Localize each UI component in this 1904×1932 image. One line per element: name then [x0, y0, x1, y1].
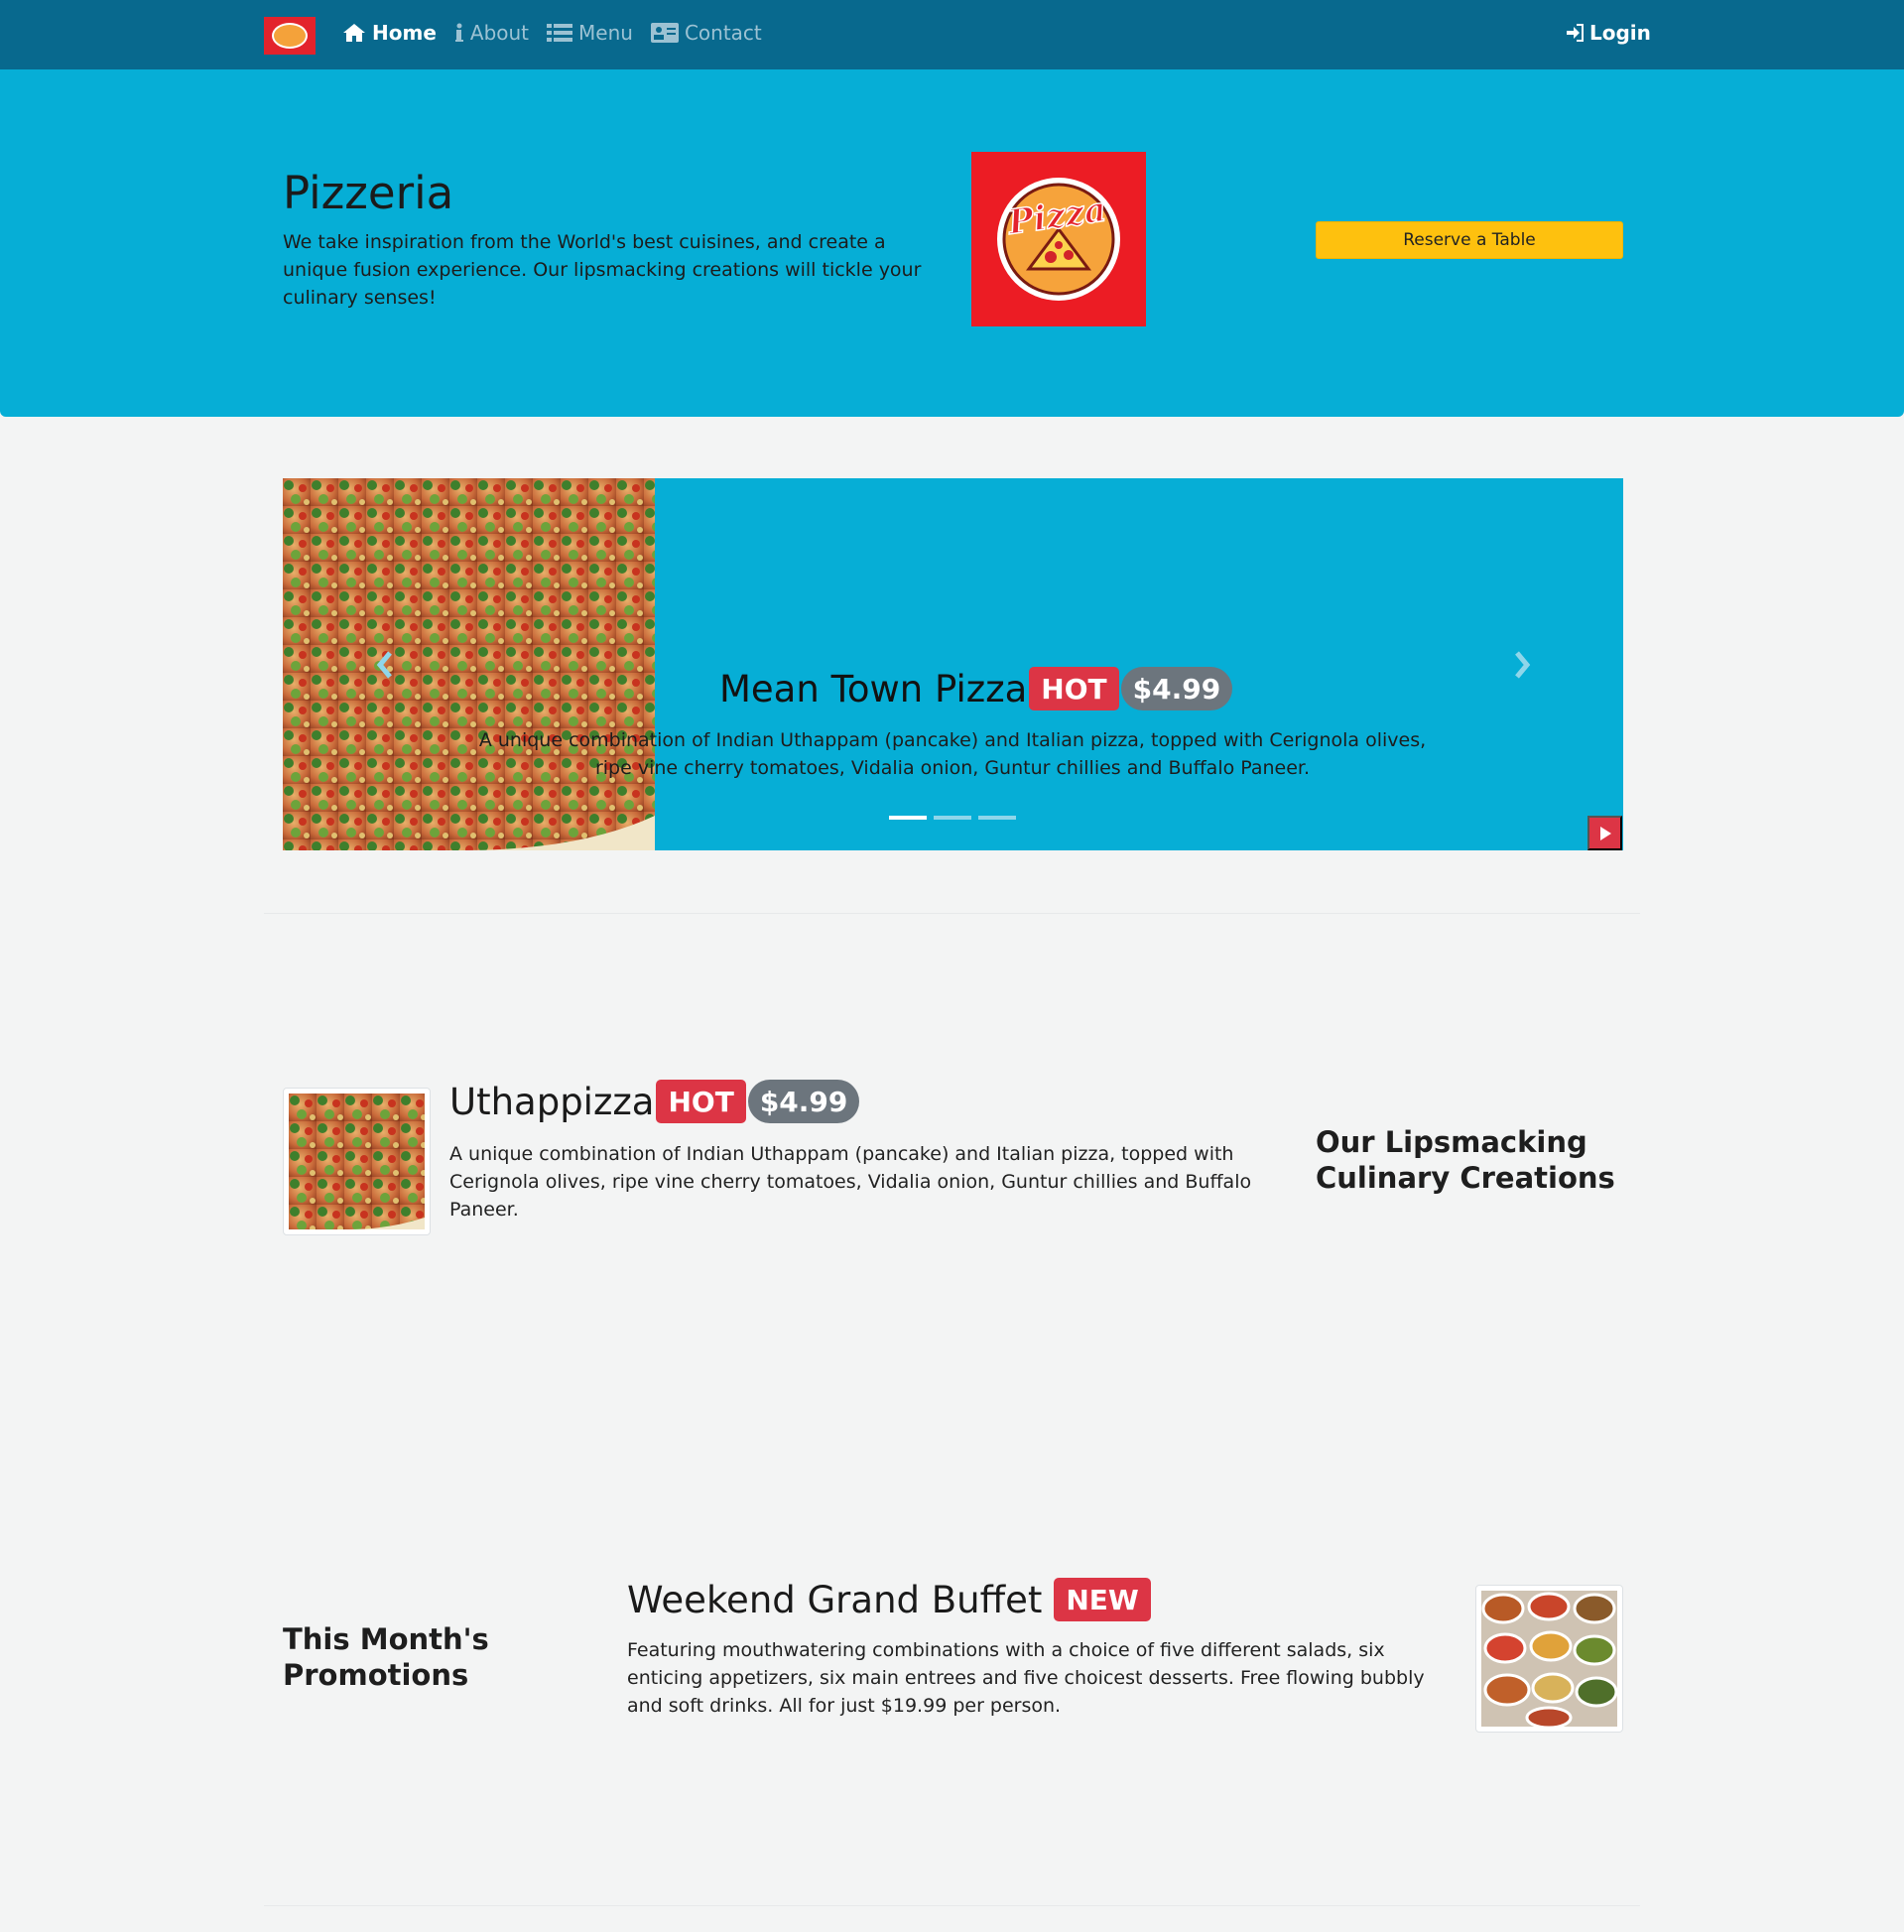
price-badge: $4.99	[1120, 667, 1233, 710]
reserve-table-button[interactable]: Reserve a Table	[1316, 221, 1623, 259]
price-badge: $4.99	[747, 1080, 860, 1123]
carousel-prev-icon[interactable]	[372, 645, 396, 685]
info-icon	[454, 23, 463, 42]
jumbotron: Pizzeria We take inspiration from the Wo…	[0, 69, 1904, 417]
brand-logo[interactable]	[264, 17, 316, 55]
pizza-logo-icon	[272, 23, 308, 49]
nav-item-label: About	[469, 21, 530, 45]
carousel-next-icon[interactable]	[1511, 645, 1535, 685]
login-label: Login	[1589, 21, 1651, 45]
divider	[264, 913, 1640, 914]
pizza-image	[283, 478, 655, 850]
jumbotron-text: We take inspiration from the World's bes…	[283, 231, 922, 309]
page-title: Pizzeria	[283, 167, 454, 219]
new-badge: NEW	[1054, 1578, 1151, 1621]
nav-item-about[interactable]: About	[454, 21, 529, 45]
carousel-indicators	[889, 816, 1023, 820]
nav-item-home[interactable]: Home	[342, 21, 437, 45]
navbar: Home About Menu Contact Login	[0, 0, 1904, 69]
nav-item-contact[interactable]: Contact	[650, 21, 762, 45]
nav-item-label: Home	[372, 21, 437, 45]
dish-title: Uthappizza	[449, 1080, 655, 1123]
login-link[interactable]: Login	[1566, 21, 1651, 45]
divider	[264, 1905, 1640, 1906]
pizza-logo: Pizza	[971, 152, 1146, 326]
promotion-thumbnail	[1475, 1585, 1623, 1733]
nav-items: Home About Menu Contact	[342, 21, 780, 45]
carousel-indicator[interactable]	[978, 816, 1016, 820]
carousel-caption-text: A unique combination of Indian Uthappam …	[478, 729, 1427, 779]
buffet-image	[1481, 1591, 1618, 1730]
promotion-description: Featuring mouthwatering combinations wit…	[627, 1639, 1425, 1717]
play-icon	[1599, 826, 1611, 840]
sign-in-icon	[1567, 24, 1584, 42]
hot-badge: HOT	[1029, 667, 1119, 710]
pizza-logo-icon: Pizza	[997, 178, 1120, 301]
dish-thumbnail	[283, 1088, 431, 1235]
hot-badge: HOT	[656, 1080, 746, 1123]
list-icon	[547, 24, 573, 42]
carousel-indicator[interactable]	[934, 816, 971, 820]
carousel-item-title: Mean Town Pizza	[719, 667, 1028, 710]
promotion-heading: Weekend Grand Buffet NEW	[627, 1578, 1151, 1621]
carousel-indicator[interactable]	[889, 816, 927, 820]
carousel-play-button[interactable]	[1587, 816, 1622, 850]
nav-item-label: Menu	[578, 21, 633, 45]
carousel-caption-heading: Mean Town Pizza HOT $4.99	[719, 667, 1233, 710]
section-heading-creations: Our Lipsmacking Culinary Creations	[1316, 1125, 1615, 1195]
address-card-icon	[650, 23, 679, 43]
uthappizza-image	[289, 1094, 425, 1229]
carousel: Mean Town Pizza HOT $4.99 A unique combi…	[283, 478, 1623, 850]
section-heading-promotions: This Month's Promotions	[283, 1622, 489, 1692]
home-icon	[343, 24, 365, 42]
nav-item-label: Contact	[684, 21, 762, 45]
promotion-title: Weekend Grand Buffet	[627, 1578, 1043, 1621]
dish-description: A unique combination of Indian Uthappam …	[449, 1143, 1252, 1221]
nav-item-menu[interactable]: Menu	[547, 21, 633, 45]
dish-heading: Uthappizza HOT $4.99	[449, 1080, 860, 1123]
